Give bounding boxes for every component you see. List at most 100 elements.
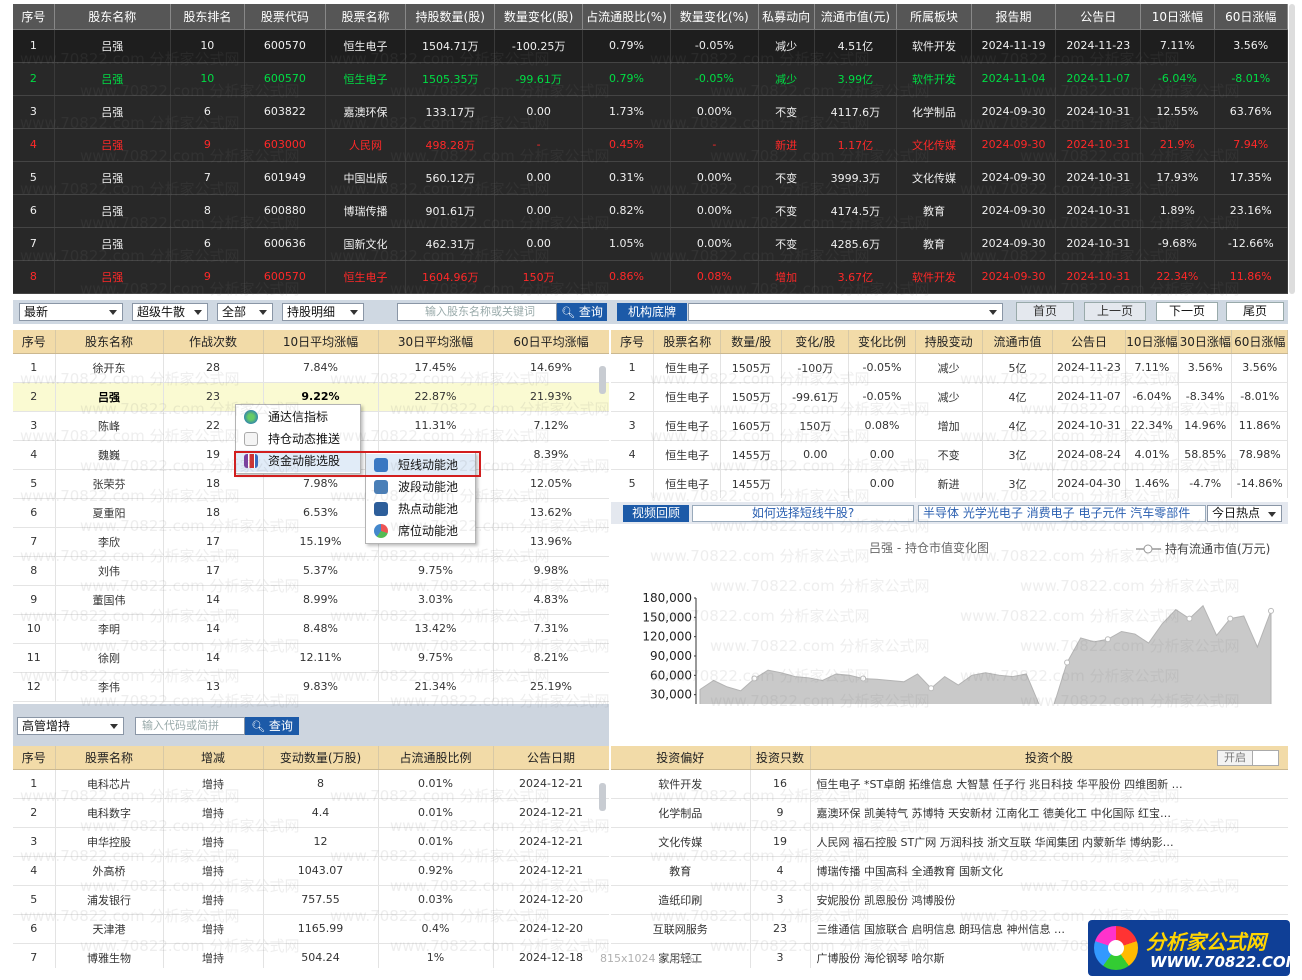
last-page-button[interactable]: 尾页 — [1226, 302, 1284, 321]
column-header[interactable]: 序号 — [611, 330, 655, 354]
exec-trade-dropdown[interactable]: 高管增持 — [17, 717, 124, 735]
column-header[interactable]: 流通市值 — [982, 330, 1054, 354]
table-row[interactable]: 3 吕强 6 603822 嘉澳环保 133.17万 0.00 1.73% 0.00% 不变 411… — [13, 95, 1288, 129]
table-row[interactable]: 1 电科芯片 增持 8 0.01% 2024-12-21 — [13, 769, 609, 799]
data-point[interactable] — [1227, 615, 1234, 622]
table-row[interactable]: 2 恒生电子 1505万 -99.61万 -0.05% 减少 4亿 2024-11-07 -6.… — [611, 382, 1288, 412]
column-header[interactable]: 10日涨幅 — [1125, 330, 1180, 354]
column-header[interactable]: 公告日期 — [493, 746, 609, 770]
table-row[interactable]: 1 吕强 10 600570 恒生电子 1504.71万 -100.25万 0.79% -0.0… — [13, 29, 1288, 63]
column-header[interactable]: 序号 — [13, 4, 55, 30]
institution-dropdown[interactable] — [688, 303, 1003, 321]
column-header[interactable]: 10日涨幅 — [1140, 4, 1215, 30]
column-header[interactable]: 股票名称 — [325, 4, 407, 30]
first-page-button[interactable]: 首页 — [1016, 302, 1074, 321]
column-header[interactable]: 持股数量(股) — [405, 4, 496, 30]
table-row[interactable]: 7 李欣 17 15.19% 13.96% — [13, 527, 609, 557]
menu-item-position-push[interactable]: 持仓动态推送 — [236, 428, 360, 450]
table-row[interactable]: 9 董国伟 14 8.99% 3.03% 4.83% — [13, 585, 609, 615]
hot-today-dropdown[interactable]: 今日热点 — [1207, 505, 1282, 522]
table-row[interactable]: 5 吕强 7 601949 中国出版 560.12万 0.00 0.31% 0.00% 不变 399… — [13, 161, 1288, 195]
column-header[interactable]: 持股变动 — [915, 330, 983, 354]
submenu-item-hot[interactable]: 热点动能池 — [366, 498, 475, 520]
data-point[interactable] — [1104, 636, 1111, 643]
toggle-switch[interactable]: 开启 — [1217, 750, 1279, 766]
menu-item-tdx-indicator[interactable]: 通达信指标 — [236, 406, 360, 428]
column-header[interactable]: 数量/股 — [720, 330, 783, 354]
table-row[interactable]: 3 恒生电子 1605万 150万 0.08% 增加 4亿 2024-10-31 22.34% 1… — [611, 411, 1288, 441]
table-row[interactable]: 4 恒生电子 1455万 0.00 0.00 不变 3亿 2024-08-24 4.01% 58.… — [611, 440, 1288, 470]
table-row[interactable]: 11 徐刚 14 12.11% 9.75% 8.21% — [13, 643, 609, 673]
data-point[interactable] — [751, 675, 758, 682]
column-header[interactable]: 序号 — [13, 330, 56, 354]
stocks-cell[interactable]: 人民网 福石控股 ST广网 万润科技 浙文互联 华闻集团 内蒙新华 博纳影… — [810, 827, 1288, 857]
table-row[interactable]: 7 吕强 6 600636 国新文化 462.31万 0.00 1.05% 0.00% 不变 428… — [13, 227, 1288, 261]
column-header[interactable]: 流通市值(元) — [814, 4, 898, 30]
scope-dropdown[interactable]: 全部 — [217, 303, 273, 321]
period-dropdown[interactable]: 最新 — [19, 303, 123, 321]
column-header[interactable]: 60日涨幅 — [1214, 4, 1288, 30]
table-row[interactable]: 3 申华控股 增持 12 0.01% 2024-12-21 — [13, 827, 609, 857]
video-review-tab[interactable]: 视频回顾 — [623, 505, 689, 522]
column-header[interactable]: 变化/股 — [781, 330, 850, 354]
table-row[interactable]: 5 浦发银行 增持 757.55 0.03% 2024-12-20 — [13, 885, 609, 915]
table-row[interactable]: 教育 4 博瑞传播 中国高科 全通教育 国新文化 — [611, 856, 1288, 886]
column-header[interactable]: 所属板块 — [896, 4, 972, 30]
data-point[interactable] — [1064, 659, 1071, 666]
column-header[interactable]: 投资偏好 — [611, 746, 751, 770]
column-header[interactable]: 数量变化(股) — [494, 4, 584, 30]
holder-search-input[interactable]: 输入股东名称或关键词 — [397, 303, 557, 321]
stocks-cell[interactable]: 恒生电子 *ST卓朗 拓维信息 大智慧 任子行 兆日科技 华平股份 四维图新 … — [810, 769, 1288, 799]
hot-sector-ticker[interactable]: 半导体 光学光电子 消费电子 电子元件 汽车零部件 — [918, 505, 1206, 522]
table-row[interactable]: 10 李明 14 8.48% 13.42% 7.31% — [13, 614, 609, 644]
table-row[interactable]: 7 博雅生物 增持 504.24 1% 2024-12-18 — [13, 943, 609, 968]
table-row[interactable]: 化学制品 9 嘉澳环保 凯美特气 苏博特 天安新材 江南化工 德美化工 中化国际 红… — [611, 798, 1288, 828]
top-scrollbar[interactable] — [1289, 4, 1295, 294]
table-row[interactable]: 6 天津港 增持 1165.99 0.4% 2024-12-20 — [13, 914, 609, 944]
column-header[interactable]: 股票代码 — [244, 4, 326, 30]
table-row[interactable]: 6 夏重阳 18 6.53% 13.62% — [13, 498, 609, 528]
table-row[interactable]: 4 吕强 9 603000 人民网 498.28万 -0.45% - 新进 1.17亿 文化传媒 20… — [13, 128, 1288, 162]
left-table-scrollbar[interactable] — [599, 366, 606, 394]
holder-search-button[interactable]: 🔍︎ 查询 — [557, 303, 607, 321]
column-header[interactable]: 60日平均涨幅 — [493, 330, 609, 354]
column-header[interactable]: 报告期 — [971, 4, 1057, 30]
column-header[interactable]: 公告日 — [1055, 4, 1142, 30]
column-header[interactable]: 股东排名 — [170, 4, 246, 30]
column-header[interactable]: 占流通股比(%) — [582, 4, 671, 30]
column-header[interactable]: 股票名称 — [55, 746, 164, 770]
column-header[interactable]: 投资只数 — [750, 746, 811, 770]
table-row[interactable]: 8 吕强 9 600570 恒生电子 1604.96万 150万 0.86% 0.08% 增加 3.… — [13, 260, 1288, 294]
column-header[interactable]: 占流通股比例 — [378, 746, 494, 770]
table-row[interactable]: 1 恒生电子 1505万 -100万 -0.05% 减少 5亿 2024-11-23 7.11%… — [611, 353, 1288, 383]
table-row[interactable]: 造纸印刷 3 安妮股份 凯恩股份 鸿博股份 — [611, 885, 1288, 915]
table-row[interactable]: 2 电科数字 增持 4.4 0.01% 2024-12-21 — [13, 798, 609, 828]
table-row[interactable]: 5 恒生电子 1455万 0.00 新进 3亿 2024-04-30 1.46% -4.7% -1… — [611, 469, 1288, 498]
column-header[interactable]: 公告日 — [1052, 330, 1126, 354]
stocks-cell[interactable]: 安妮股份 凯恩股份 鸿博股份 — [810, 885, 1288, 915]
column-header[interactable]: 序号 — [13, 746, 56, 770]
column-header[interactable]: 60日涨幅 — [1231, 330, 1288, 354]
next-page-button[interactable]: 下一页 — [1156, 302, 1218, 321]
column-header[interactable]: 股东名称 — [54, 4, 171, 30]
bottom-left-scrollbar[interactable] — [599, 783, 606, 811]
stocks-cell[interactable]: 嘉澳环保 凯美特气 苏博特 天安新材 江南化工 德美化工 中化国际 红宝… — [810, 798, 1288, 828]
table-row[interactable]: 6 吕强 8 600880 博瑞传播 901.61万 0.00 0.82% 0.00% 不变 417… — [13, 194, 1288, 228]
column-header[interactable]: 30日涨幅 — [1178, 330, 1233, 354]
submenu-item-seat[interactable]: 席位动能池 — [366, 520, 475, 542]
table-row[interactable]: 软件开发 16 恒生电子 *ST卓朗 拓维信息 大智慧 任子行 兆日科技 华平股份 … — [611, 769, 1288, 799]
hint-link[interactable]: 如何选择短线牛股? — [692, 505, 914, 522]
column-header[interactable]: 变化比例 — [848, 330, 916, 354]
table-row[interactable]: 8 刘伟 17 5.37% 9.75% 9.98% — [13, 556, 609, 586]
column-header[interactable]: 增减 — [163, 746, 264, 770]
table-row[interactable]: 4 外高桥 增持 1043.07 0.92% 2024-12-21 — [13, 856, 609, 886]
column-header[interactable]: 30日平均涨幅 — [378, 330, 494, 354]
column-header[interactable]: 10日平均涨幅 — [263, 330, 379, 354]
institution-button[interactable]: 机构底牌 — [617, 303, 687, 321]
table-row[interactable]: 2 吕强 10 600570 恒生电子 1505.35万 -99.61万 0.79% -0.05… — [13, 62, 1288, 96]
code-search-input[interactable]: 输入代码或简拼 — [135, 717, 245, 735]
column-header[interactable]: 作战次数 — [163, 330, 264, 354]
column-header[interactable]: 股票名称 — [653, 330, 722, 354]
code-search-button[interactable]: 🔍︎ 查询 — [245, 717, 299, 735]
data-point[interactable] — [1186, 615, 1193, 622]
